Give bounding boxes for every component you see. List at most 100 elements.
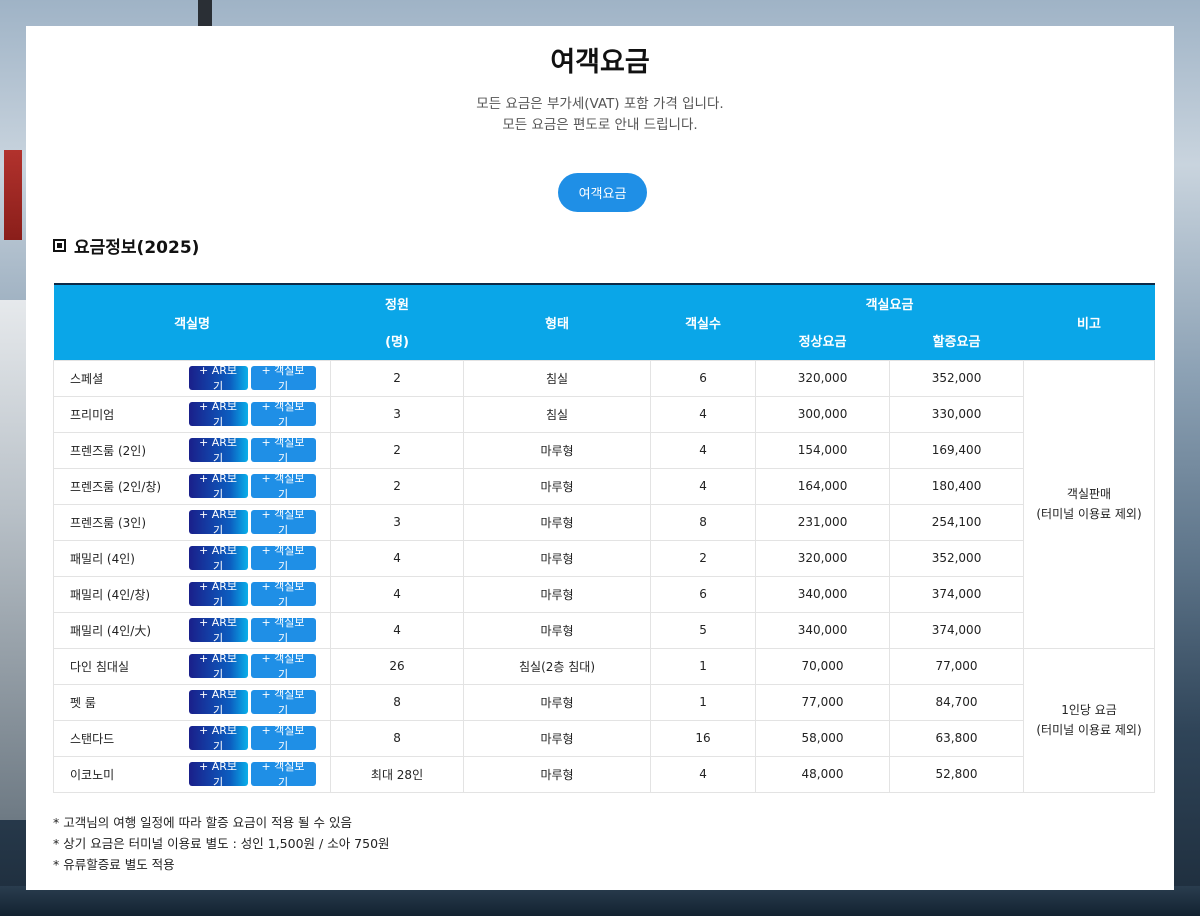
room-count-cell: 4 [650, 467, 757, 505]
ar-view-button[interactable]: + AR보기 [188, 580, 248, 609]
table-row: 프렌즈룸 (2인) + AR보기+ 객실보기 2 마루형 4 154,000 169,400 [53, 431, 1155, 469]
remarks-cell: 객실판매 (터미널 이용료 제외) [1023, 359, 1156, 649]
type-cell: 마루형 [463, 755, 652, 793]
capacity-cell: 4 [330, 575, 465, 613]
room-view-button[interactable]: + 객실보기 [250, 580, 316, 609]
header-capacity: 정원 [330, 283, 464, 322]
subtitle-oneway: 모든 요금은 편도로 안내 드립니다. [502, 117, 698, 133]
room-count-cell: 6 [650, 575, 757, 613]
room-name-cell: 다인 침대실 [53, 647, 189, 685]
room-view-button[interactable]: + 객실보기 [250, 760, 316, 789]
table-row: 스페셜 + AR보기+ 객실보기 2 침실 6 320,000 352,000 객실판매 (터미… [53, 359, 1156, 649]
ar-view-button[interactable]: + AR보기 [188, 472, 248, 501]
tab-passenger-fare[interactable]: 여객요금 [558, 173, 647, 212]
room-actions-cell: + AR보기+ 객실보기 [188, 719, 332, 757]
ar-view-button[interactable]: + AR보기 [188, 760, 248, 789]
normal-fare-cell: 154,000 [755, 431, 891, 469]
surcharge-fare-cell: 77,000 [889, 647, 1025, 685]
remarks-cell: 1인당 요금 (터미널 이용료 제외) [1023, 647, 1156, 793]
surcharge-fare-cell: 180,400 [889, 467, 1025, 505]
type-cell: 마루형 [463, 467, 652, 505]
ar-view-button[interactable]: + AR보기 [188, 364, 248, 393]
remarks-line: 1인당 요금 [1061, 703, 1117, 717]
ar-view-button[interactable]: + AR보기 [188, 508, 248, 537]
type-cell: 마루형 [463, 575, 652, 613]
fare-table-body: 스페셜 + AR보기+ 객실보기 2 침실 6 320,000 352,000 객실판매 (터미… [53, 359, 1156, 793]
room-actions-cell: + AR보기+ 객실보기 [188, 503, 332, 541]
ar-view-button[interactable]: + AR보기 [188, 688, 248, 717]
room-view-button[interactable]: + 객실보기 [250, 616, 316, 645]
remarks-line: (터미널 이용료 제외) [1036, 723, 1142, 737]
capacity-cell: 4 [330, 611, 465, 649]
normal-fare-cell: 340,000 [755, 575, 891, 613]
room-name-cell: 패밀리 (4인) [53, 539, 189, 577]
background-ship-mast [198, 0, 212, 26]
ar-view-button[interactable]: + AR보기 [188, 436, 248, 465]
room-actions-cell: + AR보기+ 객실보기 [188, 683, 332, 721]
footnote-item: * 유류할증료 별도 적용 [53, 857, 175, 872]
room-count-cell: 4 [650, 431, 757, 469]
capacity-cell: 최대 28인 [330, 755, 465, 793]
room-view-button[interactable]: + 객실보기 [250, 652, 316, 681]
type-cell: 마루형 [463, 539, 652, 577]
room-name-cell: 스페셜 [53, 359, 189, 397]
capacity-cell: 2 [330, 431, 465, 469]
room-view-button[interactable]: + 객실보기 [250, 724, 316, 753]
header-surcharge-fare: 할증요금 [889, 322, 1024, 360]
table-row: 프리미엄 + AR보기+ 객실보기 3 침실 4 300,000 330,000 [53, 395, 1155, 433]
room-name-cell: 이코노미 [53, 755, 189, 793]
section-title: 요금정보(2025) [53, 233, 199, 258]
room-view-button[interactable]: + 객실보기 [250, 508, 316, 537]
room-view-button[interactable]: + 객실보기 [250, 436, 316, 465]
section-title-text: 요금정보(2025) [74, 238, 200, 258]
room-actions-cell: + AR보기+ 객실보기 [188, 395, 332, 433]
page-title: 여객요금 [550, 47, 650, 78]
square-bullet-icon [53, 239, 66, 252]
room-count-cell: 6 [650, 359, 757, 397]
remarks-line: (터미널 이용료 제외) [1036, 507, 1142, 521]
type-cell: 침실(2층 침대) [463, 647, 652, 685]
type-cell: 마루형 [463, 611, 652, 649]
type-cell: 마루형 [463, 503, 652, 541]
footnote-item: * 상기 요금은 터미널 이용료 별도 : 성인 1,500원 / 소아 750… [53, 836, 390, 851]
header-room-fare: 객실요금 [755, 283, 1024, 322]
type-cell: 마루형 [463, 431, 652, 469]
background-sea [0, 886, 1200, 916]
normal-fare-cell: 58,000 [755, 719, 891, 757]
table-row: 스탠다드 + AR보기+ 객실보기 8 마루형 16 58,000 63,800 [53, 719, 1155, 757]
normal-fare-cell: 300,000 [755, 395, 891, 433]
table-row: 패밀리 (4인/大) + AR보기+ 객실보기 4 마루형 5 340,000 374,00… [53, 611, 1155, 649]
surcharge-fare-cell: 254,100 [889, 503, 1025, 541]
table-row: 다인 침대실 + AR보기+ 객실보기 26 침실(2층 침대) 1 70,000 77,0… [53, 647, 1156, 793]
type-cell: 마루형 [463, 683, 652, 721]
ar-view-button[interactable]: + AR보기 [188, 724, 248, 753]
surcharge-fare-cell: 63,800 [889, 719, 1025, 757]
room-actions-cell: + AR보기+ 객실보기 [188, 539, 332, 577]
capacity-cell: 4 [330, 539, 465, 577]
ar-view-button[interactable]: + AR보기 [188, 616, 248, 645]
room-view-button[interactable]: + 객실보기 [250, 688, 316, 717]
type-cell: 침실 [463, 359, 652, 397]
ar-view-button[interactable]: + AR보기 [188, 544, 248, 573]
ar-view-button[interactable]: + AR보기 [188, 400, 248, 429]
capacity-cell: 2 [330, 359, 465, 397]
room-name-cell: 프렌즈룸 (2인/창) [53, 467, 189, 505]
table-row: 프렌즈룸 (2인/창) + AR보기+ 객실보기 2 마루형 4 164,000 180,4… [53, 467, 1155, 505]
room-name-cell: 프리미엄 [53, 395, 189, 433]
room-count-cell: 1 [650, 683, 757, 721]
room-view-button[interactable]: + 객실보기 [250, 400, 316, 429]
ar-view-button[interactable]: + AR보기 [188, 652, 248, 681]
room-view-button[interactable]: + 객실보기 [250, 364, 316, 393]
normal-fare-cell: 48,000 [755, 755, 891, 793]
room-view-button[interactable]: + 객실보기 [250, 544, 316, 573]
room-actions-cell: + AR보기+ 객실보기 [188, 467, 332, 505]
content-panel: 여객요금 모든 요금은 부가세(VAT) 포함 가격 입니다. 모든 요금은 편… [26, 26, 1174, 890]
room-actions-cell: + AR보기+ 객실보기 [188, 611, 332, 649]
surcharge-fare-cell: 84,700 [889, 683, 1025, 721]
surcharge-fare-cell: 52,800 [889, 755, 1025, 793]
normal-fare-cell: 164,000 [755, 467, 891, 505]
room-view-button[interactable]: + 객실보기 [250, 472, 316, 501]
room-count-cell: 1 [650, 647, 757, 685]
table-row: 패밀리 (4인) + AR보기+ 객실보기 4 마루형 2 320,000 352,000 [53, 539, 1155, 577]
normal-fare-cell: 231,000 [755, 503, 891, 541]
